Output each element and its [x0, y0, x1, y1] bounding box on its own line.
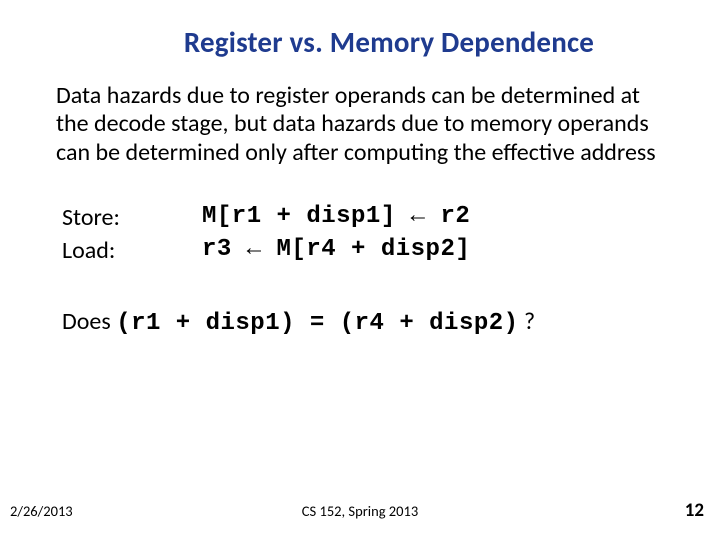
body-paragraph: Data hazards due to register operands ca…	[56, 82, 656, 167]
question-prefix: Does	[62, 307, 116, 336]
slide: Register vs. Memory Dependence Data haza…	[0, 0, 720, 540]
load-code: r3 ← M[r4 + disp2]	[202, 236, 672, 265]
load-label: Load:	[62, 236, 202, 265]
slide-title: Register vs. Memory Dependence	[106, 24, 672, 60]
store-code: M[r1 + disp1] ← r2	[202, 203, 672, 232]
store-label: Store:	[62, 203, 202, 232]
page-number: 12	[685, 499, 704, 522]
question-line: Does (r1 + disp1) = (r4 + disp2) ?	[62, 307, 672, 337]
question-expression: (r1 + disp1) = (r4 + disp2)	[116, 310, 518, 337]
question-suffix: ?	[519, 307, 536, 336]
footer-course: CS 152, Spring 2013	[0, 502, 720, 520]
code-example: Store: M[r1 + disp1] ← r2 Load: r3 ← M[r…	[62, 203, 672, 265]
